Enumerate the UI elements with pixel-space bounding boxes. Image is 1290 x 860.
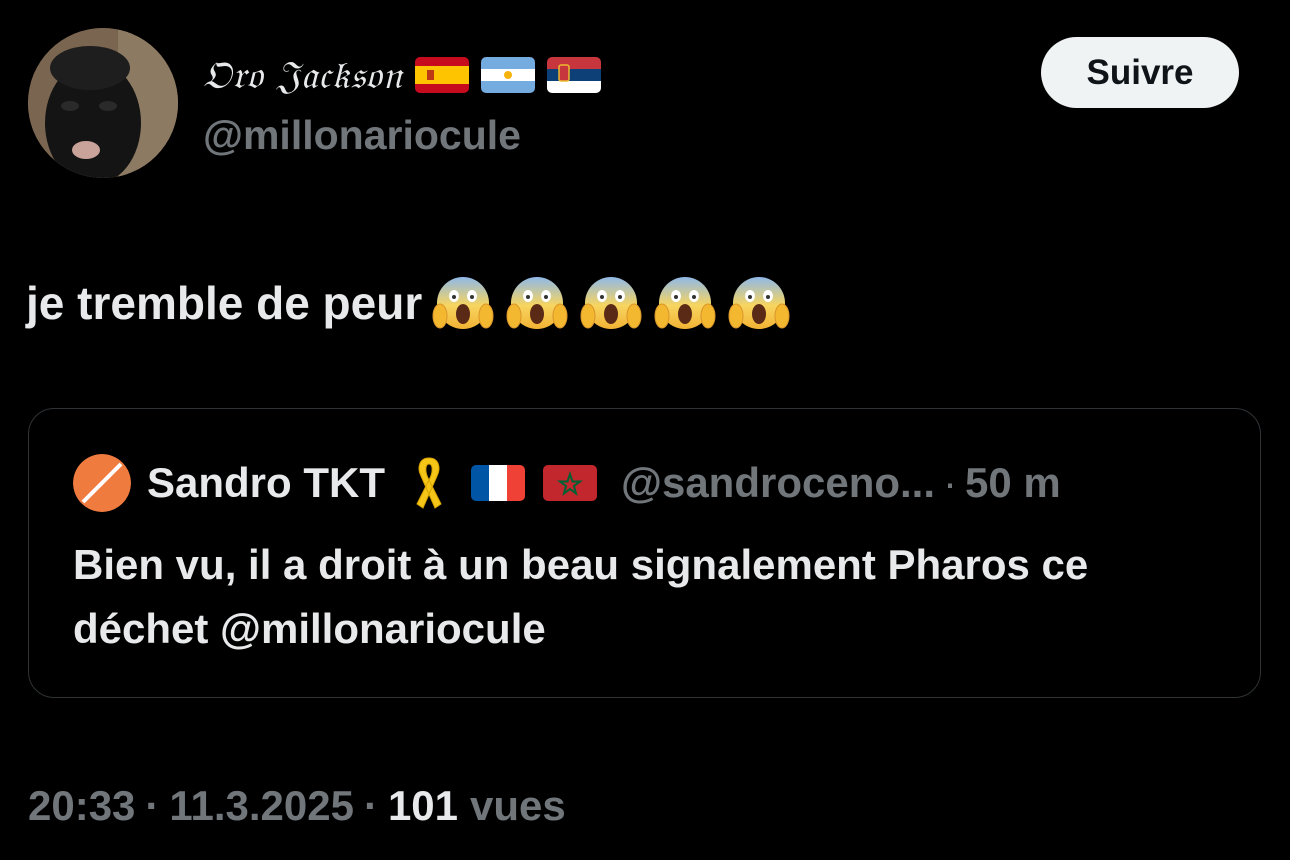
quoted-author-avatar[interactable] xyxy=(73,454,131,512)
tweet-page: 𝔒𝔯𝔬 𝔍𝔞𝔠𝔨𝔰𝔬𝔫 @millonariocule Suivre je tr… xyxy=(0,0,1290,860)
face-screaming-in-fear-icon xyxy=(506,272,568,334)
quoted-tweet-time[interactable]: 50 m xyxy=(965,459,1061,507)
face-screaming-in-fear-icon xyxy=(580,272,642,334)
author-display-name[interactable]: 𝔒𝔯𝔬 𝔍𝔞𝔠𝔨𝔰𝔬𝔫 xyxy=(203,50,601,100)
quoted-tweet-header: Sandro TKT @sandroceno... · 50 m xyxy=(73,454,1061,512)
france-flag-icon xyxy=(471,465,525,501)
author-avatar[interactable] xyxy=(28,28,178,178)
morocco-flag-icon xyxy=(543,465,597,501)
follow-button[interactable]: Suivre xyxy=(1041,37,1239,108)
tweet-text: je tremble de peur xyxy=(26,268,790,338)
face-screaming-in-fear-icon xyxy=(728,272,790,334)
tweet-meta: 20:33 · 11.3.2025 · 101 vues xyxy=(28,776,566,836)
face-screaming-in-fear-icon xyxy=(432,272,494,334)
tweet-text-content: je tremble de peur xyxy=(26,277,423,329)
argentina-flag-icon xyxy=(480,57,535,93)
quoted-author-name[interactable]: Sandro TKT xyxy=(147,459,385,507)
views-count[interactable]: 101 xyxy=(388,782,458,830)
author-name-text[interactable]: 𝔒𝔯𝔬 𝔍𝔞𝔠𝔨𝔰𝔬𝔫 xyxy=(203,53,403,98)
quoted-tweet-text: Bien vu, il a droit à un beau signalemen… xyxy=(73,541,1089,652)
separator-dot: · xyxy=(145,782,160,829)
serbia-flag-icon xyxy=(546,57,601,93)
yellow-ribbon-icon xyxy=(411,454,447,512)
tweet-time[interactable]: 20:33 xyxy=(28,782,135,830)
author-handle[interactable]: @millonariocule xyxy=(203,112,521,159)
spain-flag-icon xyxy=(414,57,469,93)
separator-dot: · xyxy=(363,782,378,829)
face-screaming-in-fear-icon xyxy=(654,272,716,334)
quoted-tweet-card[interactable]: Sandro TKT @sandroceno... · 50 m Bien vu… xyxy=(28,408,1261,698)
tweet-date[interactable]: 11.3.2025 xyxy=(169,782,354,830)
separator-dot: · xyxy=(943,459,958,506)
views-label[interactable]: vues xyxy=(470,782,566,830)
emoji-row xyxy=(432,272,790,334)
quoted-author-handle[interactable]: @sandroceno... xyxy=(621,459,935,507)
